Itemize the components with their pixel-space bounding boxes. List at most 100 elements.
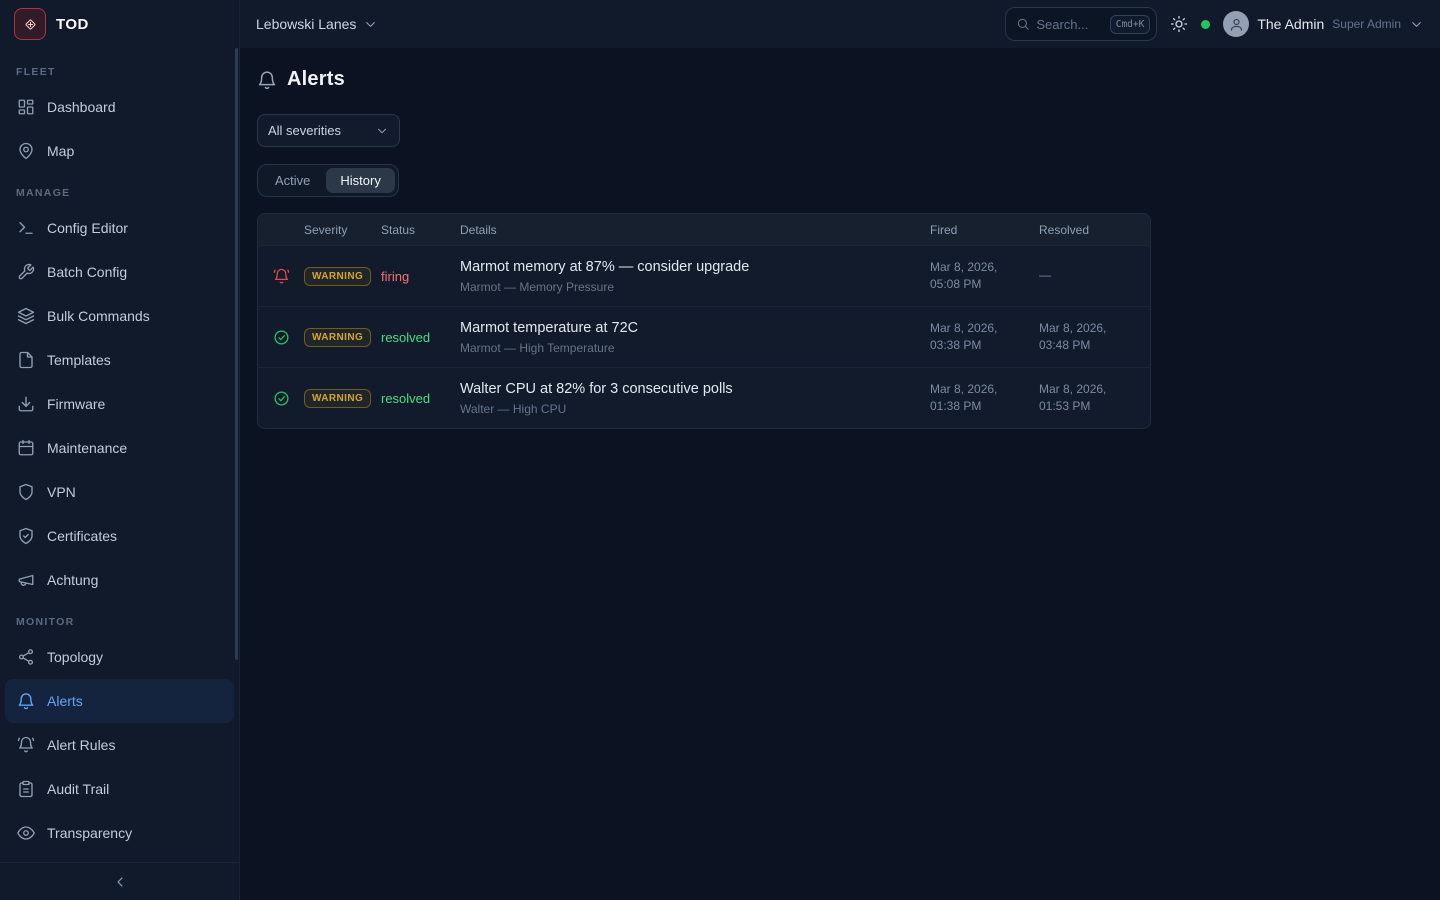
sidebar-item-label: Bulk Commands	[47, 308, 150, 324]
sidebar-item-audit-trail[interactable]: Audit Trail	[5, 767, 234, 811]
download-icon	[17, 395, 35, 413]
sidebar-scrollbar[interactable]	[235, 48, 238, 660]
sidebar-item-bulk-commands[interactable]: Bulk Commands	[5, 294, 234, 338]
page-header: Alerts	[257, 68, 1440, 91]
col-details: Details	[460, 223, 930, 237]
search-input[interactable]	[1036, 17, 1103, 32]
section-label-monitor: MONITOR	[0, 602, 239, 635]
alerts-page: Alerts All severities Active History Sev…	[240, 48, 1440, 900]
org-name: Lebowski Lanes	[256, 16, 356, 32]
tabs-row: Active History	[257, 164, 1440, 197]
shield-check-icon	[17, 527, 35, 545]
sidebar-item-vpn[interactable]: VPN	[5, 470, 234, 514]
wrench-icon	[17, 263, 35, 281]
sidebar-collapse-button[interactable]	[0, 862, 239, 900]
sidebar-item-map[interactable]: Map	[5, 129, 234, 173]
resolved-time: Mar 8, 2026, 03:48 PM	[1039, 320, 1150, 355]
eye-icon	[17, 824, 35, 842]
sidebar-item-label: Templates	[47, 352, 111, 368]
map-pin-icon	[17, 142, 35, 160]
alert-details: Walter CPU at 82% for 3 consecutive poll…	[460, 381, 930, 416]
alerts-table: Severity Status Details Fired Resolved W…	[257, 213, 1151, 429]
sidebar-item-label: VPN	[47, 484, 76, 500]
search-icon	[1016, 17, 1030, 31]
status-text: resolved	[381, 330, 460, 345]
sidebar-item-label: Topology	[47, 649, 103, 665]
dashboard-grid-icon	[17, 98, 35, 116]
search-box[interactable]: Cmd+K	[1005, 7, 1157, 41]
sidebar-item-alert-rules[interactable]: Alert Rules	[5, 723, 234, 767]
sidebar-item-label: Batch Config	[47, 264, 127, 280]
logo-icon	[14, 8, 46, 40]
topology-icon	[17, 648, 35, 666]
fired-time: Mar 8, 2026, 03:38 PM	[930, 320, 1039, 355]
sidebar-item-alerts[interactable]: Alerts	[5, 679, 234, 723]
bell-icon	[257, 70, 277, 90]
alert-subtitle: Marmot — High Temperature	[460, 341, 930, 355]
sidebar-item-label: Config Editor	[47, 220, 128, 236]
alert-details: Marmot temperature at 72C Marmot — High …	[460, 320, 930, 355]
user-role: Super Admin	[1332, 17, 1401, 31]
user-menu[interactable]: The Admin Super Admin	[1223, 11, 1424, 37]
sidebar-item-label: Firmware	[47, 396, 105, 412]
alert-row[interactable]: WARNING firing Marmot memory at 87% — co…	[258, 245, 1150, 306]
status-text: firing	[381, 269, 460, 284]
check-circle-icon	[258, 329, 304, 346]
resolved-time: —	[1039, 267, 1150, 284]
logo[interactable]: TOD	[0, 0, 239, 48]
fired-time: Mar 8, 2026, 01:38 PM	[930, 381, 1039, 416]
sidebar-item-batch-config[interactable]: Batch Config	[5, 250, 234, 294]
page-title: Alerts	[287, 68, 345, 91]
alert-details: Marmot memory at 87% — consider upgrade …	[460, 259, 930, 294]
user-name: The Admin	[1257, 16, 1324, 32]
severity-badge: WARNING	[304, 328, 371, 347]
fired-time: Mar 8, 2026, 05:08 PM	[930, 259, 1039, 294]
col-severity: Severity	[304, 223, 381, 237]
main-column: Lebowski Lanes Cmd+K The Admin Super Adm…	[240, 0, 1440, 900]
alert-title: Marmot temperature at 72C	[460, 320, 930, 336]
status-text: resolved	[381, 391, 460, 406]
alert-row[interactable]: WARNING resolved Walter CPU at 82% for 3…	[258, 367, 1150, 428]
theme-toggle-button[interactable]	[1170, 15, 1188, 33]
sidebar-item-certificates[interactable]: Certificates	[5, 514, 234, 558]
clipboard-icon	[17, 780, 35, 798]
logo-text: TOD	[56, 16, 89, 33]
sidebar-item-templates[interactable]: Templates	[5, 338, 234, 382]
sidebar-item-topology[interactable]: Topology	[5, 635, 234, 679]
tab-active[interactable]: Active	[261, 168, 324, 193]
resolved-time: Mar 8, 2026, 01:53 PM	[1039, 381, 1150, 416]
sidebar-item-dashboard[interactable]: Dashboard	[5, 85, 234, 129]
terminal-icon	[17, 219, 35, 237]
shield-icon	[17, 483, 35, 501]
sidebar-item-config-editor[interactable]: Config Editor	[5, 206, 234, 250]
severity-filter-select[interactable]: All severities	[257, 114, 400, 147]
sidebar-item-label: Alert Rules	[47, 737, 115, 753]
chevron-left-icon	[112, 874, 128, 890]
topbar: Lebowski Lanes Cmd+K The Admin Super Adm…	[240, 0, 1440, 48]
bell-icon	[17, 692, 35, 710]
org-selector[interactable]: Lebowski Lanes	[256, 16, 378, 32]
chevron-down-icon	[363, 17, 378, 32]
sidebar-item-label: Map	[47, 143, 74, 159]
chevron-down-icon	[1409, 17, 1424, 32]
sidebar-item-transparency[interactable]: Transparency	[5, 811, 234, 855]
sidebar-item-achtung[interactable]: Achtung	[5, 558, 234, 602]
megaphone-icon	[17, 571, 35, 589]
sidebar-item-label: Audit Trail	[47, 781, 109, 797]
sun-icon	[1170, 15, 1188, 33]
alert-title: Marmot memory at 87% — consider upgrade	[460, 259, 930, 275]
sidebar-item-label: Achtung	[47, 572, 98, 588]
sidebar-item-maintenance[interactable]: Maintenance	[5, 426, 234, 470]
bell-ring-icon	[17, 736, 35, 754]
sidebar-item-label: Certificates	[47, 528, 117, 544]
layers-icon	[17, 307, 35, 325]
bell-alert-icon	[258, 268, 304, 285]
sidebar-item-firmware[interactable]: Firmware	[5, 382, 234, 426]
alert-row[interactable]: WARNING resolved Marmot temperature at 7…	[258, 306, 1150, 367]
tab-history[interactable]: History	[326, 168, 394, 193]
chevron-down-icon	[375, 124, 389, 138]
alert-subtitle: Walter — High CPU	[460, 402, 930, 416]
col-status: Status	[381, 223, 460, 237]
sidebar-item-label: Dashboard	[47, 99, 116, 115]
table-header: Severity Status Details Fired Resolved	[258, 214, 1150, 245]
